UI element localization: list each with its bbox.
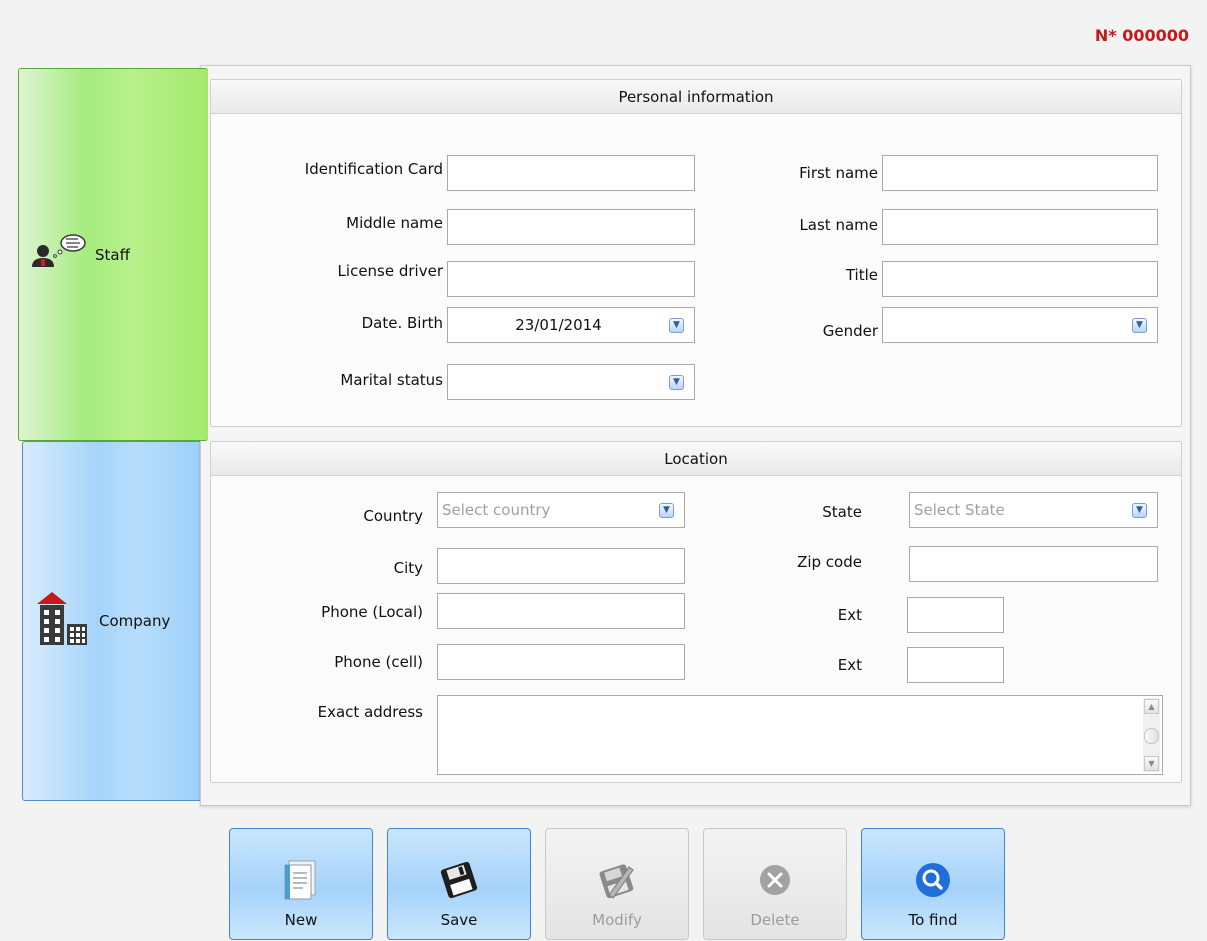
- personal-info-group: Personal information Identification Card…: [210, 79, 1182, 427]
- license-driver-input[interactable]: [447, 261, 695, 297]
- exact-address-label: Exact address: [317, 703, 423, 721]
- marital-status-label: Marital status: [340, 371, 443, 389]
- state-placeholder: Select State: [914, 501, 1005, 519]
- state-select[interactable]: Select State ▼: [909, 492, 1158, 528]
- new-document-icon: [281, 859, 321, 901]
- new-button[interactable]: New: [229, 828, 373, 940]
- location-group: Location Country Select country ▼ City P…: [210, 441, 1182, 783]
- ext-local-input[interactable]: [907, 597, 1004, 633]
- date-birth-label: Date. Birth: [361, 314, 443, 332]
- chevron-down-icon[interactable]: ▼: [669, 374, 684, 390]
- identification-card-input[interactable]: [447, 155, 695, 191]
- first-name-label: First name: [799, 164, 878, 182]
- ext-local-label: Ext: [837, 606, 862, 624]
- personal-info-title: Personal information: [211, 80, 1181, 114]
- city-label: City: [393, 559, 423, 577]
- first-name-input[interactable]: [882, 155, 1158, 191]
- tab-company[interactable]: Company: [22, 441, 212, 801]
- floppy-disk-icon: [439, 859, 479, 901]
- country-placeholder: Select country: [442, 501, 551, 519]
- modify-button[interactable]: Modify: [545, 828, 689, 940]
- tab-company-label: Company: [99, 612, 171, 630]
- edit-icon: [597, 859, 637, 901]
- state-label: State: [822, 503, 862, 521]
- new-button-label: New: [284, 911, 318, 929]
- title-input[interactable]: [882, 261, 1158, 297]
- save-button[interactable]: Save: [387, 828, 531, 940]
- scroll-up-icon[interactable]: ▲: [1144, 699, 1159, 714]
- chevron-down-icon[interactable]: ▼: [659, 502, 674, 518]
- exact-address-textarea[interactable]: ▲ ▼: [437, 695, 1163, 775]
- address-scrollbar[interactable]: ▲ ▼: [1143, 698, 1160, 772]
- search-icon: [913, 859, 953, 901]
- country-select[interactable]: Select country ▼: [437, 492, 685, 528]
- staff-icon: [29, 231, 91, 279]
- phone-cell-label: Phone (cell): [334, 653, 423, 671]
- phone-local-label: Phone (Local): [321, 603, 423, 621]
- save-button-label: Save: [440, 911, 478, 929]
- gender-label: Gender: [822, 322, 878, 340]
- form-panel: Personal information Identification Card…: [200, 65, 1191, 806]
- zip-code-label: Zip code: [797, 553, 862, 571]
- delete-button[interactable]: Delete: [703, 828, 847, 940]
- chevron-down-icon[interactable]: ▼: [1132, 317, 1147, 333]
- city-input[interactable]: [437, 548, 685, 584]
- tab-staff-label: Staff: [95, 245, 130, 264]
- date-birth-value: 23/01/2014: [515, 316, 602, 334]
- phone-cell-input[interactable]: [437, 644, 685, 680]
- find-button-label: To find: [908, 911, 958, 929]
- modify-button-label: Modify: [592, 911, 642, 929]
- building-icon: [33, 586, 95, 656]
- middle-name-input[interactable]: [447, 209, 695, 245]
- last-name-input[interactable]: [882, 209, 1158, 245]
- close-circle-icon: [755, 859, 795, 901]
- location-title: Location: [211, 442, 1181, 476]
- zip-code-input[interactable]: [909, 546, 1158, 582]
- date-birth-picker[interactable]: 23/01/2014 ▼: [447, 307, 695, 343]
- license-driver-label: License driver: [337, 262, 443, 280]
- ext-cell-input[interactable]: [907, 647, 1004, 683]
- last-name-label: Last name: [799, 216, 878, 234]
- delete-button-label: Delete: [750, 911, 800, 929]
- chevron-down-icon[interactable]: ▼: [669, 317, 684, 333]
- identification-card-label: Identification Card: [304, 160, 443, 178]
- gender-select[interactable]: ▼: [882, 307, 1158, 343]
- find-button[interactable]: To find: [861, 828, 1005, 940]
- tab-staff[interactable]: Staff: [18, 68, 208, 441]
- marital-status-select[interactable]: ▼: [447, 364, 695, 400]
- record-number: N* 000000: [1094, 26, 1189, 45]
- title-label: Title: [845, 266, 878, 284]
- scroll-down-icon[interactable]: ▼: [1144, 756, 1159, 771]
- country-label: Country: [363, 507, 423, 525]
- middle-name-label: Middle name: [346, 214, 443, 232]
- ext-cell-label: Ext: [837, 656, 862, 674]
- scrollbar-thumb[interactable]: [1144, 728, 1159, 744]
- phone-local-input[interactable]: [437, 593, 685, 629]
- chevron-down-icon[interactable]: ▼: [1132, 502, 1147, 518]
